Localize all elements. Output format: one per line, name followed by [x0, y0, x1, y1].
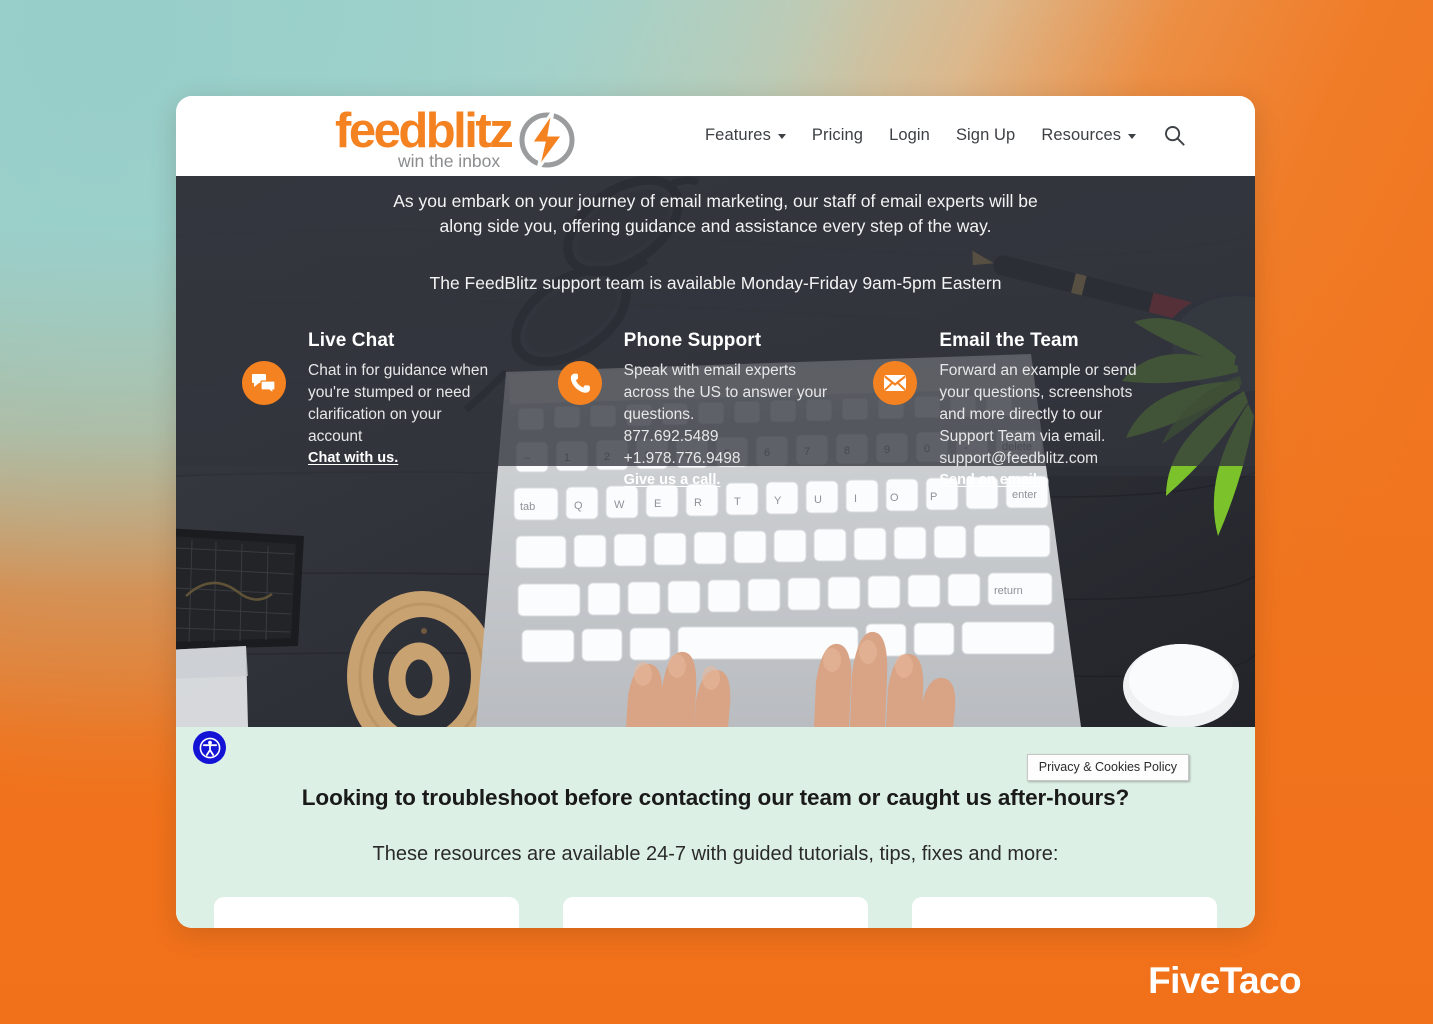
- support-description: Chat in for guidance when you're stumped…: [308, 360, 536, 448]
- desk-basket: [176, 528, 304, 650]
- hero-support-hours: The FeedBlitz support team is available …: [429, 273, 1002, 293]
- nav-item-pricing[interactable]: Pricing: [799, 126, 876, 145]
- support-title: Live Chat: [308, 330, 395, 351]
- main-nav: Features Pricing Login Sign Up Resources: [692, 124, 1185, 146]
- hero-lead-line-2: along side you, offering guidance and as…: [439, 216, 992, 236]
- phone-icon: [557, 361, 602, 405]
- chevron-down-icon: [1128, 133, 1137, 139]
- accessibility-button[interactable]: [193, 731, 226, 764]
- support-columns: Live Chat Chat in for guidance when you'…: [176, 330, 1255, 489]
- support-line: Forward an example or send: [939, 362, 1137, 379]
- support-column-live-chat: Live Chat Chat in for guidance when you'…: [242, 330, 558, 489]
- svg-text:R: R: [694, 497, 702, 509]
- hero-lead-line-1: As you embark on your journey of email m…: [393, 191, 1038, 211]
- svg-text:tab: tab: [520, 501, 535, 513]
- accessibility-person-icon: [199, 737, 220, 758]
- phone-number-international: +1.978.776.9498: [623, 450, 741, 467]
- svg-text:enter: enter: [1012, 489, 1037, 501]
- svg-text:E: E: [654, 498, 661, 510]
- svg-text:O: O: [890, 492, 899, 504]
- resources-section: Privacy & Cookies Policy Looking to trou…: [176, 727, 1255, 928]
- nav-label: Resources: [1041, 125, 1122, 144]
- phone-number-domestic: 877.692.5489: [623, 428, 719, 445]
- support-email-address: support@feedblitz.com: [939, 450, 1099, 467]
- svg-text:U: U: [814, 494, 822, 506]
- support-title: Email the Team: [939, 330, 1079, 351]
- svg-text:Y: Y: [774, 495, 782, 507]
- svg-text:Q: Q: [574, 500, 583, 512]
- resource-cards: [176, 897, 1255, 928]
- chevron-down-icon: [777, 133, 786, 139]
- svg-text:T: T: [734, 496, 741, 508]
- nav-item-login[interactable]: Login: [876, 126, 943, 145]
- nav-item-features[interactable]: Features: [692, 126, 799, 145]
- support-line: account: [308, 428, 363, 445]
- nav-label: Login: [889, 125, 930, 144]
- support-line: questions.: [623, 406, 695, 423]
- send-an-email-link[interactable]: Send an email.: [939, 472, 1041, 488]
- support-title: Phone Support: [623, 330, 762, 351]
- svg-text:win the inbox: win the inbox: [397, 151, 500, 171]
- resources-subheading: These resources are available 24-7 with …: [372, 843, 1059, 865]
- site-header: feedblitz win the inbox Features Pricing…: [176, 96, 1255, 176]
- support-line: clarification on your: [308, 406, 442, 423]
- browser-window: feedblitz win the inbox Features Pricing…: [176, 96, 1255, 928]
- svg-text:return: return: [994, 585, 1023, 597]
- support-line: Speak with email experts: [623, 362, 796, 379]
- privacy-cookies-policy-button[interactable]: Privacy & Cookies Policy: [1026, 754, 1189, 781]
- resource-card[interactable]: [563, 897, 868, 928]
- support-line: you're stumped or need: [308, 384, 471, 401]
- support-line: and more directly to our: [939, 406, 1103, 423]
- chat-with-us-link[interactable]: Chat with us.: [308, 450, 398, 466]
- search-icon[interactable]: [1163, 124, 1185, 146]
- svg-text:W: W: [614, 499, 625, 511]
- fivetaco-watermark: FiveTaco: [1148, 960, 1301, 1001]
- support-line: your questions, screenshots: [939, 384, 1133, 401]
- support-description: Forward an example or send your question…: [939, 360, 1167, 470]
- nav-item-sign-up[interactable]: Sign Up: [943, 126, 1028, 145]
- support-line: across the US to answer your: [623, 384, 827, 401]
- hero-section: ~12 345 678 90- delete tab QWE RTY UIO P…: [176, 176, 1255, 727]
- nav-label: Features: [705, 125, 771, 144]
- nav-item-resources[interactable]: Resources: [1028, 126, 1149, 145]
- svg-text:P: P: [930, 491, 937, 503]
- resource-card[interactable]: [912, 897, 1217, 928]
- feedblitz-logo[interactable]: feedblitz win the inbox: [335, 105, 580, 171]
- lightning-bolt-icon: [519, 110, 575, 170]
- give-us-a-call-link[interactable]: Give us a call.: [624, 472, 721, 488]
- support-line: Support Team via email.: [939, 428, 1106, 445]
- nav-label: Pricing: [811, 125, 864, 144]
- support-column-email: Email the Team Forward an example or sen…: [873, 330, 1189, 489]
- hero-content: As you embark on your journey of email m…: [176, 176, 1255, 489]
- resource-card[interactable]: [214, 897, 519, 928]
- chat-bubbles-icon: [242, 361, 286, 405]
- envelope-icon: [873, 361, 918, 405]
- nav-label: Sign Up: [955, 125, 1016, 144]
- svg-text:I: I: [854, 493, 857, 505]
- support-line: Chat in for guidance when: [308, 362, 489, 379]
- support-column-phone: Phone Support Speak with email experts a…: [557, 330, 874, 489]
- support-description: Speak with email experts across the US t…: [624, 360, 852, 470]
